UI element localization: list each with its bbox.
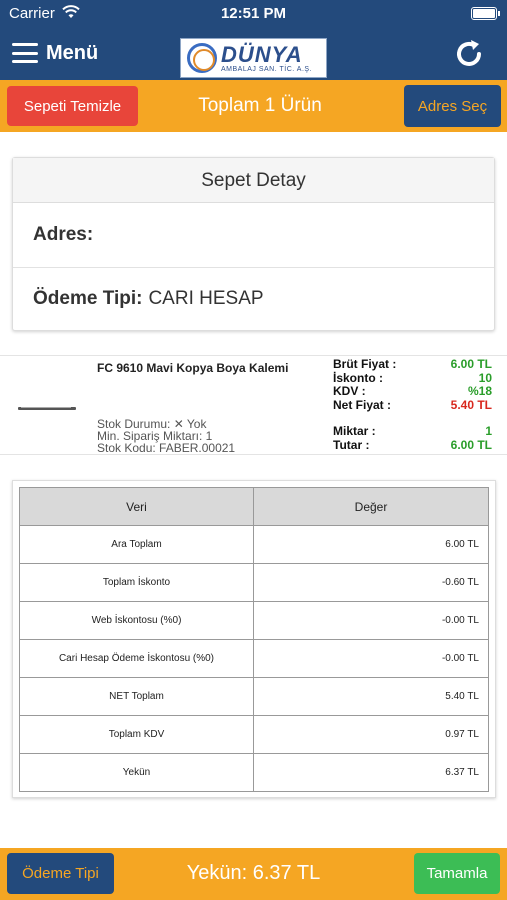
stock-code: Stok Kodu: FABER.00021 [97, 441, 236, 455]
logo-subtitle: AMBALAJ SAN. TİC. A.Ş. [221, 65, 313, 73]
row-label: Toplam İskonto [19, 563, 254, 602]
price-values: 6.00 TL 10 %18 5.40 TL 1 6.00 TL [372, 357, 492, 452]
discount-value: 10 [478, 370, 492, 385]
row-label: Toplam KDV [19, 715, 254, 754]
product-item[interactable]: FC 9610 Mavi Kopya Boya Kalemi Stok Duru… [0, 355, 507, 455]
hamburger-icon [12, 43, 38, 63]
row-label: NET Toplam [19, 677, 254, 716]
quantity-value: 1 [485, 424, 492, 438]
battery-icon [471, 7, 500, 20]
payment-type-label: Ödeme Tipi: [33, 288, 143, 309]
cart-count-title: Toplam 1 Ürün [198, 95, 322, 116]
card-title: Sepet Detay [13, 158, 494, 203]
product-info: Stok Durumu: ✕ Yok Min. Sipariş Miktarı:… [97, 418, 235, 454]
complete-order-button[interactable]: Tamamla [414, 853, 500, 894]
amount-value: 6.00 TL [450, 437, 492, 452]
product-name: FC 9610 Mavi Kopya Boya Kalemi [97, 361, 289, 375]
product-image [18, 407, 76, 410]
menu-label: Menü [46, 41, 99, 64]
row-value: 6.00 TL [253, 525, 489, 564]
table-row: Cari Hesap Ödeme İskontosu (%0) -0.00 TL [19, 639, 489, 678]
row-value: -0.60 TL [253, 563, 489, 602]
table-row: Yekün 6.37 TL [19, 753, 489, 792]
menu-button[interactable]: Menü [12, 38, 98, 68]
table-row: Web İskontosu (%0) -0.00 TL [19, 601, 489, 640]
table-row: NET Toplam 5.40 TL [19, 677, 489, 716]
globe-logo-icon [187, 43, 217, 73]
row-label: Web İskontosu (%0) [19, 601, 254, 640]
column-header-data: Veri [19, 487, 254, 526]
net-price-value: 5.40 TL [450, 397, 492, 412]
table-row: Toplam KDV 0.97 TL [19, 715, 489, 754]
address-label: Adres: [33, 224, 94, 245]
row-value: 6.37 TL [253, 753, 489, 792]
row-value: -0.00 TL [253, 601, 489, 640]
vat-value: %18 [467, 384, 492, 398]
refresh-icon[interactable] [452, 37, 486, 71]
summary-table: Veri Değer Ara Toplam 6.00 TL Toplam İsko… [19, 487, 489, 792]
payment-type-button[interactable]: Ödeme Tipi [7, 853, 114, 894]
table-row: Toplam İskonto -0.60 TL [19, 563, 489, 602]
table-row: Ara Toplam 6.00 TL [19, 525, 489, 564]
status-bar: Carrier 12:51 PM [0, 0, 507, 28]
row-value: 5.40 TL [253, 677, 489, 716]
column-header-value: Değer [253, 487, 489, 526]
status-time: 12:51 PM [220, 5, 287, 22]
summary-table-card: Veri Değer Ara Toplam 6.00 TL Toplam İsko… [12, 480, 496, 798]
row-value: -0.00 TL [253, 639, 489, 678]
cart-detail-card: Sepet Detay Adres: Ödeme Tipi: CARI HESA… [12, 157, 495, 331]
select-address-button[interactable]: Adres Seç [404, 85, 501, 127]
brand-logo: DÜNYA AMBALAJ SAN. TİC. A.Ş. [180, 38, 327, 78]
row-label: Cari Hesap Ödeme İskontosu (%0) [19, 639, 254, 678]
gross-price-value: 6.00 TL [450, 357, 492, 371]
row-label: Yekün [19, 753, 254, 792]
payment-type-row[interactable]: Ödeme Tipi: CARI HESAP [13, 268, 494, 330]
clear-cart-button[interactable]: Sepeti Temizle [7, 86, 138, 126]
logo-name: DÜNYA [221, 41, 303, 67]
address-row[interactable]: Adres: [13, 203, 494, 268]
payment-type-value: CARI HESAP [148, 288, 264, 309]
row-value: 0.97 TL [253, 715, 489, 754]
grand-total: Yekün: 6.37 TL [186, 862, 321, 884]
row-label: Ara Toplam [19, 525, 254, 564]
